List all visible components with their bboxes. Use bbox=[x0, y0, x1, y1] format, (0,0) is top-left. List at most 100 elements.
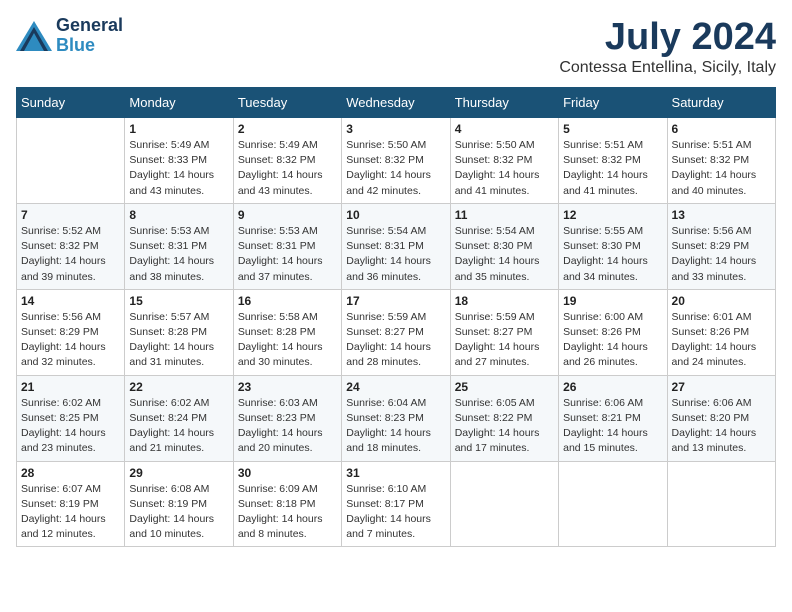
cell-info: Sunrise: 6:06 AM Sunset: 8:20 PM Dayligh… bbox=[672, 396, 771, 457]
day-number: 29 bbox=[129, 466, 228, 480]
calendar-cell: 30 Sunrise: 6:09 AM Sunset: 8:18 PM Dayli… bbox=[233, 461, 341, 547]
day-number: 10 bbox=[346, 208, 445, 222]
cell-info: Sunrise: 5:51 AM Sunset: 8:32 PM Dayligh… bbox=[672, 138, 771, 199]
calendar-cell: 13 Sunrise: 5:56 AM Sunset: 8:29 PM Dayli… bbox=[667, 203, 775, 289]
calendar-cell: 1 Sunrise: 5:49 AM Sunset: 8:33 PM Daylig… bbox=[125, 118, 233, 204]
day-number: 11 bbox=[455, 208, 554, 222]
calendar-cell: 14Sunrise: 5:56 AM Sunset: 8:29 PM Dayli… bbox=[17, 289, 125, 375]
calendar-cell: 2 Sunrise: 5:49 AM Sunset: 8:32 PM Daylig… bbox=[233, 118, 341, 204]
calendar-cell: 15Sunrise: 5:57 AM Sunset: 8:28 PM Dayli… bbox=[125, 289, 233, 375]
cell-info: Sunrise: 5:56 AM Sunset: 8:29 PM Dayligh… bbox=[672, 224, 771, 285]
logo-text: General Blue bbox=[56, 16, 123, 56]
day-number: 12 bbox=[563, 208, 662, 222]
calendar-cell: 19Sunrise: 6:00 AM Sunset: 8:26 PM Dayli… bbox=[559, 289, 667, 375]
weekday-header-monday: Monday bbox=[125, 88, 233, 118]
calendar-cell: 17 Sunrise: 5:59 AM Sunset: 8:27 PM Dayli… bbox=[342, 289, 450, 375]
cell-info: Sunrise: 5:56 AM Sunset: 8:29 PM Dayligh… bbox=[21, 310, 120, 371]
day-number: 13 bbox=[672, 208, 771, 222]
calendar-cell: 29 Sunrise: 6:08 AM Sunset: 8:19 PM Dayli… bbox=[125, 461, 233, 547]
calendar-cell: 12 Sunrise: 5:55 AM Sunset: 8:30 PM Dayli… bbox=[559, 203, 667, 289]
calendar-cell: 16 Sunrise: 5:58 AM Sunset: 8:28 PM Dayli… bbox=[233, 289, 341, 375]
cell-info: Sunrise: 5:55 AM Sunset: 8:30 PM Dayligh… bbox=[563, 224, 662, 285]
day-number: 27 bbox=[672, 380, 771, 394]
week-row-3: 14Sunrise: 5:56 AM Sunset: 8:29 PM Dayli… bbox=[17, 289, 776, 375]
day-number: 5 bbox=[563, 122, 662, 136]
day-number: 25 bbox=[455, 380, 554, 394]
calendar-cell: 9Sunrise: 5:53 AM Sunset: 8:31 PM Daylig… bbox=[233, 203, 341, 289]
calendar-cell: 20Sunrise: 6:01 AM Sunset: 8:26 PM Dayli… bbox=[667, 289, 775, 375]
subtitle: Contessa Entellina, Sicily, Italy bbox=[559, 59, 776, 77]
day-number: 17 bbox=[346, 294, 445, 308]
weekday-header-row: SundayMondayTuesdayWednesdayThursdayFrid… bbox=[17, 88, 776, 118]
cell-info: Sunrise: 6:09 AM Sunset: 8:18 PM Dayligh… bbox=[238, 482, 337, 543]
cell-info: Sunrise: 6:01 AM Sunset: 8:26 PM Dayligh… bbox=[672, 310, 771, 371]
main-title: July 2024 bbox=[559, 16, 776, 59]
day-number: 2 bbox=[238, 122, 337, 136]
cell-info: Sunrise: 5:59 AM Sunset: 8:27 PM Dayligh… bbox=[346, 310, 445, 371]
day-number: 18 bbox=[455, 294, 554, 308]
day-number: 7 bbox=[21, 208, 120, 222]
week-row-5: 28Sunrise: 6:07 AM Sunset: 8:19 PM Dayli… bbox=[17, 461, 776, 547]
cell-info: Sunrise: 5:53 AM Sunset: 8:31 PM Dayligh… bbox=[238, 224, 337, 285]
day-number: 16 bbox=[238, 294, 337, 308]
weekday-header-saturday: Saturday bbox=[667, 88, 775, 118]
cell-info: Sunrise: 5:49 AM Sunset: 8:33 PM Dayligh… bbox=[129, 138, 228, 199]
day-number: 8 bbox=[129, 208, 228, 222]
cell-info: Sunrise: 6:05 AM Sunset: 8:22 PM Dayligh… bbox=[455, 396, 554, 457]
day-number: 31 bbox=[346, 466, 445, 480]
cell-info: Sunrise: 5:51 AM Sunset: 8:32 PM Dayligh… bbox=[563, 138, 662, 199]
day-number: 19 bbox=[563, 294, 662, 308]
calendar-cell: 18Sunrise: 5:59 AM Sunset: 8:27 PM Dayli… bbox=[450, 289, 558, 375]
day-number: 21 bbox=[21, 380, 120, 394]
calendar-cell: 21 Sunrise: 6:02 AM Sunset: 8:25 PM Dayli… bbox=[17, 375, 125, 461]
week-row-2: 7Sunrise: 5:52 AM Sunset: 8:32 PM Daylig… bbox=[17, 203, 776, 289]
calendar-cell bbox=[667, 461, 775, 547]
cell-info: Sunrise: 6:10 AM Sunset: 8:17 PM Dayligh… bbox=[346, 482, 445, 543]
calendar-table: SundayMondayTuesdayWednesdayThursdayFrid… bbox=[16, 87, 776, 547]
calendar-cell: 24Sunrise: 6:04 AM Sunset: 8:23 PM Dayli… bbox=[342, 375, 450, 461]
weekday-header-tuesday: Tuesday bbox=[233, 88, 341, 118]
day-number: 4 bbox=[455, 122, 554, 136]
day-number: 30 bbox=[238, 466, 337, 480]
cell-info: Sunrise: 5:49 AM Sunset: 8:32 PM Dayligh… bbox=[238, 138, 337, 199]
cell-info: Sunrise: 5:54 AM Sunset: 8:31 PM Dayligh… bbox=[346, 224, 445, 285]
day-number: 22 bbox=[129, 380, 228, 394]
cell-info: Sunrise: 5:50 AM Sunset: 8:32 PM Dayligh… bbox=[455, 138, 554, 199]
cell-info: Sunrise: 6:03 AM Sunset: 8:23 PM Dayligh… bbox=[238, 396, 337, 457]
calendar-cell bbox=[450, 461, 558, 547]
calendar-cell: 31 Sunrise: 6:10 AM Sunset: 8:17 PM Dayli… bbox=[342, 461, 450, 547]
cell-info: Sunrise: 6:08 AM Sunset: 8:19 PM Dayligh… bbox=[129, 482, 228, 543]
day-number: 15 bbox=[129, 294, 228, 308]
calendar-cell: 3Sunrise: 5:50 AM Sunset: 8:32 PM Daylig… bbox=[342, 118, 450, 204]
weekday-header-thursday: Thursday bbox=[450, 88, 558, 118]
day-number: 6 bbox=[672, 122, 771, 136]
calendar-cell: 22Sunrise: 6:02 AM Sunset: 8:24 PM Dayli… bbox=[125, 375, 233, 461]
day-number: 1 bbox=[129, 122, 228, 136]
calendar-cell: 23Sunrise: 6:03 AM Sunset: 8:23 PM Dayli… bbox=[233, 375, 341, 461]
cell-info: Sunrise: 6:04 AM Sunset: 8:23 PM Dayligh… bbox=[346, 396, 445, 457]
calendar-cell: 11 Sunrise: 5:54 AM Sunset: 8:30 PM Dayli… bbox=[450, 203, 558, 289]
day-number: 26 bbox=[563, 380, 662, 394]
weekday-header-sunday: Sunday bbox=[17, 88, 125, 118]
header: General Blue July 2024 Contessa Entellin… bbox=[16, 16, 776, 77]
calendar-cell: 25 Sunrise: 6:05 AM Sunset: 8:22 PM Dayli… bbox=[450, 375, 558, 461]
week-row-1: 1 Sunrise: 5:49 AM Sunset: 8:33 PM Daylig… bbox=[17, 118, 776, 204]
cell-info: Sunrise: 5:54 AM Sunset: 8:30 PM Dayligh… bbox=[455, 224, 554, 285]
title-area: July 2024 Contessa Entellina, Sicily, It… bbox=[559, 16, 776, 77]
cell-info: Sunrise: 5:58 AM Sunset: 8:28 PM Dayligh… bbox=[238, 310, 337, 371]
cell-info: Sunrise: 5:53 AM Sunset: 8:31 PM Dayligh… bbox=[129, 224, 228, 285]
calendar-cell: 26 Sunrise: 6:06 AM Sunset: 8:21 PM Dayli… bbox=[559, 375, 667, 461]
calendar-body: 1 Sunrise: 5:49 AM Sunset: 8:33 PM Daylig… bbox=[17, 118, 776, 547]
day-number: 3 bbox=[346, 122, 445, 136]
week-row-4: 21 Sunrise: 6:02 AM Sunset: 8:25 PM Dayli… bbox=[17, 375, 776, 461]
calendar-cell: 7Sunrise: 5:52 AM Sunset: 8:32 PM Daylig… bbox=[17, 203, 125, 289]
calendar-cell: 4 Sunrise: 5:50 AM Sunset: 8:32 PM Daylig… bbox=[450, 118, 558, 204]
weekday-header-wednesday: Wednesday bbox=[342, 88, 450, 118]
calendar-cell: 10 Sunrise: 5:54 AM Sunset: 8:31 PM Dayli… bbox=[342, 203, 450, 289]
calendar-cell: 27 Sunrise: 6:06 AM Sunset: 8:20 PM Dayli… bbox=[667, 375, 775, 461]
calendar-cell: 28Sunrise: 6:07 AM Sunset: 8:19 PM Dayli… bbox=[17, 461, 125, 547]
cell-info: Sunrise: 6:06 AM Sunset: 8:21 PM Dayligh… bbox=[563, 396, 662, 457]
cell-info: Sunrise: 6:02 AM Sunset: 8:25 PM Dayligh… bbox=[21, 396, 120, 457]
calendar-cell: 6 Sunrise: 5:51 AM Sunset: 8:32 PM Daylig… bbox=[667, 118, 775, 204]
day-number: 28 bbox=[21, 466, 120, 480]
